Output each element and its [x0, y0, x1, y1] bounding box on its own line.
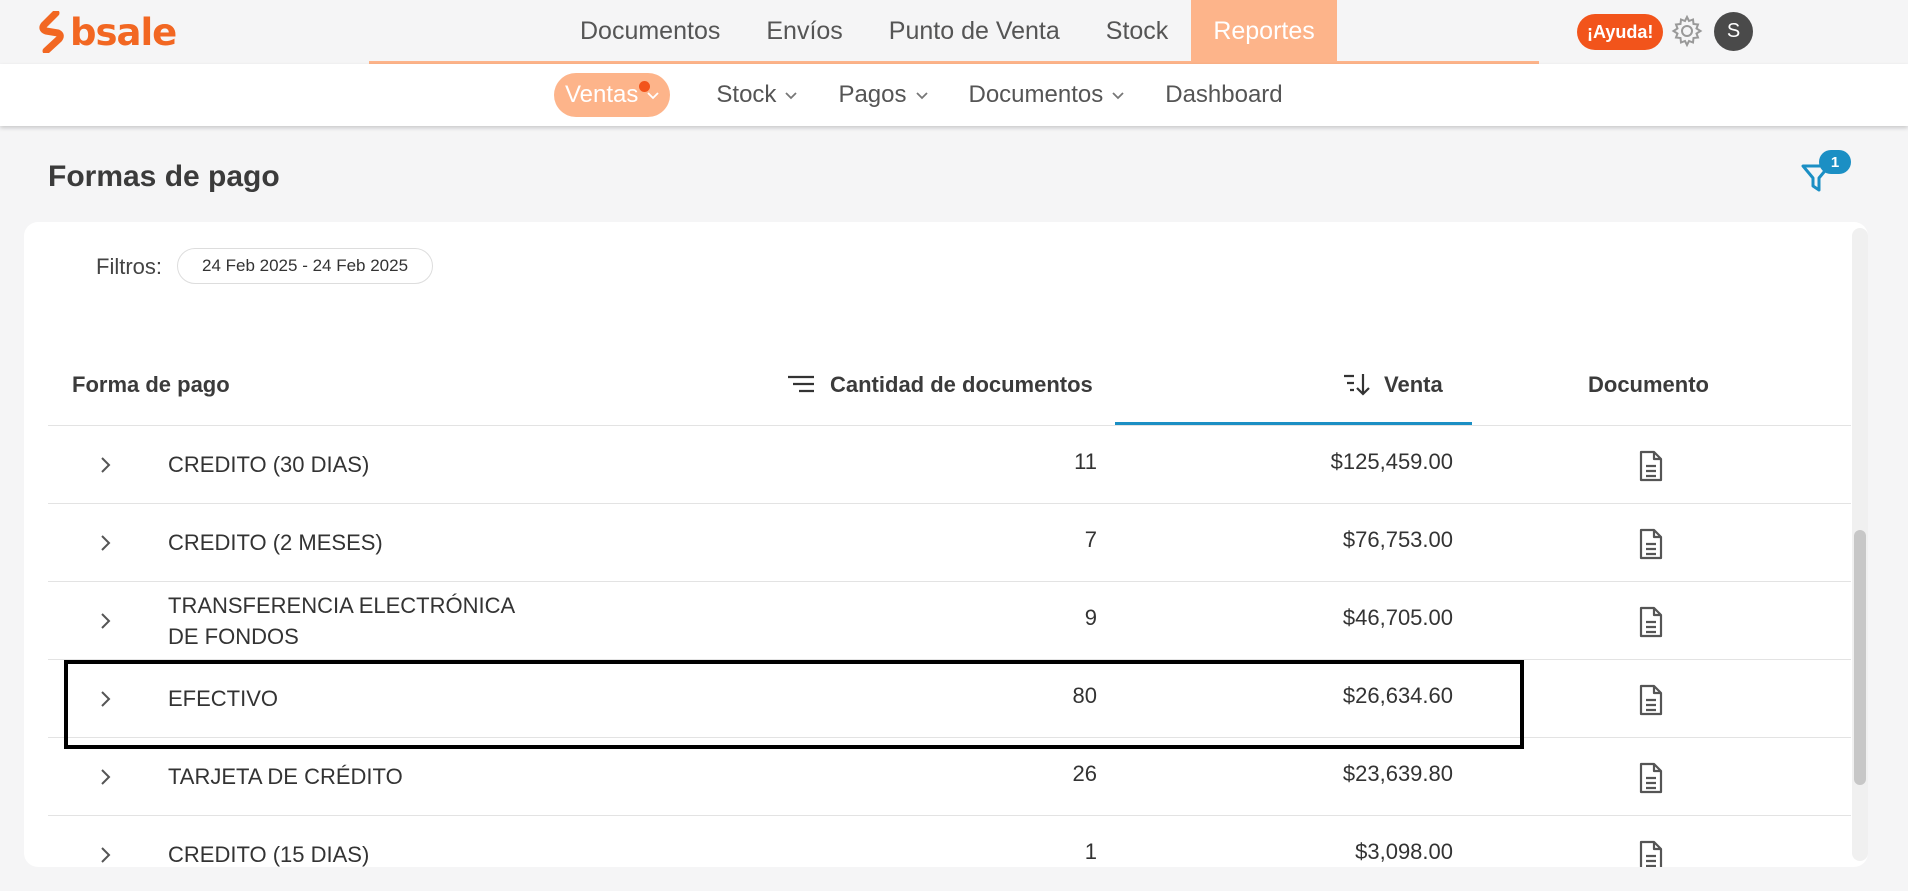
avatar[interactable]: S — [1714, 12, 1753, 51]
chevron-right-icon[interactable] — [96, 455, 116, 475]
document-icon[interactable] — [1638, 684, 1664, 716]
payment-method-name: CREDITO (2 MESES) — [168, 530, 383, 555]
chevron-right-icon[interactable] — [96, 611, 116, 631]
payment-method-name: TRANSFERENCIA ELECTRÓNICA DE FONDOS — [168, 593, 514, 649]
document-icon[interactable] — [1638, 762, 1664, 794]
doc-count: 26 — [1072, 761, 1097, 786]
table-row[interactable]: CREDITO (2 MESES) 7 $76,753.00 — [48, 504, 1851, 582]
header-venta-label: Venta — [1384, 372, 1443, 397]
brand-name: bsale — [70, 10, 177, 54]
top-bar: bsale Documentos Envíos Punto de Venta S… — [0, 0, 1908, 64]
subnav-dashboard[interactable]: Dashboard — [1165, 73, 1282, 117]
payment-method-name: CREDITO (15 DIAS) — [168, 842, 370, 867]
help-button[interactable]: ¡Ayuda! — [1577, 14, 1664, 50]
chevron-down-icon — [915, 92, 928, 100]
header-cantidad-documentos[interactable]: Cantidad de documentos — [786, 372, 1093, 398]
report-card: Filtros: 24 Feb 2025 - 24 Feb 2025 Forma… — [24, 222, 1868, 867]
subnav-ventas[interactable]: Ventas — [554, 73, 671, 117]
scrollbar-thumb[interactable] — [1854, 530, 1866, 785]
payment-method-name: CREDITO (30 DIAS) — [168, 452, 370, 477]
main-nav: Documentos Envíos Punto de Venta Stock R… — [557, 0, 1337, 63]
sale-amount: $3,098.00 — [1355, 839, 1453, 864]
gear-icon[interactable] — [1670, 14, 1704, 48]
sale-amount: $23,639.80 — [1342, 761, 1453, 786]
nav-stock[interactable]: Stock — [1083, 0, 1192, 63]
table-row[interactable]: TRANSFERENCIA ELECTRÓNICA DE FONDOS 9 $4… — [48, 582, 1851, 660]
date-filter-chip[interactable]: 24 Feb 2025 - 24 Feb 2025 — [177, 248, 434, 284]
doc-count: 9 — [1084, 605, 1097, 630]
document-icon[interactable] — [1638, 450, 1664, 482]
nav-envios[interactable]: Envíos — [743, 0, 865, 63]
document-icon[interactable] — [1638, 606, 1664, 638]
document-icon[interactable] — [1638, 528, 1664, 560]
table-row[interactable]: TARJETA DE CRÉDITO 26 $23,639.80 — [48, 738, 1851, 816]
chevron-down-icon — [785, 92, 798, 100]
sale-amount: $46,705.00 — [1342, 605, 1453, 630]
sub-nav: Ventas Stock Pagos Documentos Dashboard — [0, 64, 1908, 126]
page-title: Formas de pago — [48, 160, 280, 193]
payment-method-name: TARJETA DE CRÉDITO — [168, 764, 403, 789]
subnav-documentos-label: Documentos — [968, 81, 1104, 108]
subnav-stock-label: Stock — [716, 81, 777, 108]
sort-descending-icon — [1344, 374, 1370, 396]
bsale-logo[interactable]: bsale — [38, 10, 177, 54]
header-documento: Documento — [1588, 372, 1709, 397]
doc-count: 1 — [1084, 839, 1097, 864]
nav-punto-de-venta[interactable]: Punto de Venta — [866, 0, 1083, 63]
nav-documentos[interactable]: Documentos — [557, 0, 743, 63]
subnav-stock[interactable]: Stock — [716, 73, 798, 117]
doc-count: 11 — [1074, 449, 1097, 474]
filter-count-badge: 1 — [1819, 150, 1851, 174]
doc-count: 7 — [1084, 527, 1097, 552]
document-icon[interactable] — [1638, 840, 1664, 867]
table-row[interactable]: CREDITO (30 DIAS) 11 $125,459.00 — [48, 426, 1851, 504]
row-highlight-box — [64, 660, 1524, 749]
chevron-down-icon — [1112, 92, 1124, 100]
sale-amount: $125,459.00 — [1330, 449, 1453, 474]
chevron-right-icon[interactable] — [96, 767, 116, 787]
filters-label: Filtros: — [96, 254, 162, 279]
chevron-right-icon[interactable] — [96, 533, 116, 553]
subnav-ventas-label: Ventas — [565, 81, 639, 108]
notification-dot — [639, 81, 650, 92]
header-forma-de-pago[interactable]: Forma de pago — [72, 372, 230, 398]
chevron-right-icon[interactable] — [96, 845, 116, 865]
bsale-logo-icon — [39, 11, 64, 53]
sort-filter-icon — [788, 375, 814, 393]
subnav-pagos-label: Pagos — [838, 81, 907, 108]
header-cantidad-label: Cantidad de documentos — [830, 372, 1093, 397]
sale-amount: $76,753.00 — [1342, 527, 1453, 552]
table-row[interactable]: CREDITO (15 DIAS) 1 $3,098.00 — [48, 816, 1851, 867]
subnav-dashboard-label: Dashboard — [1165, 81, 1283, 108]
subnav-documentos[interactable]: Documentos — [969, 73, 1126, 117]
header-venta[interactable]: Venta — [1342, 372, 1443, 398]
nav-reportes[interactable]: Reportes — [1191, 0, 1337, 63]
subnav-pagos[interactable]: Pagos — [838, 73, 928, 117]
